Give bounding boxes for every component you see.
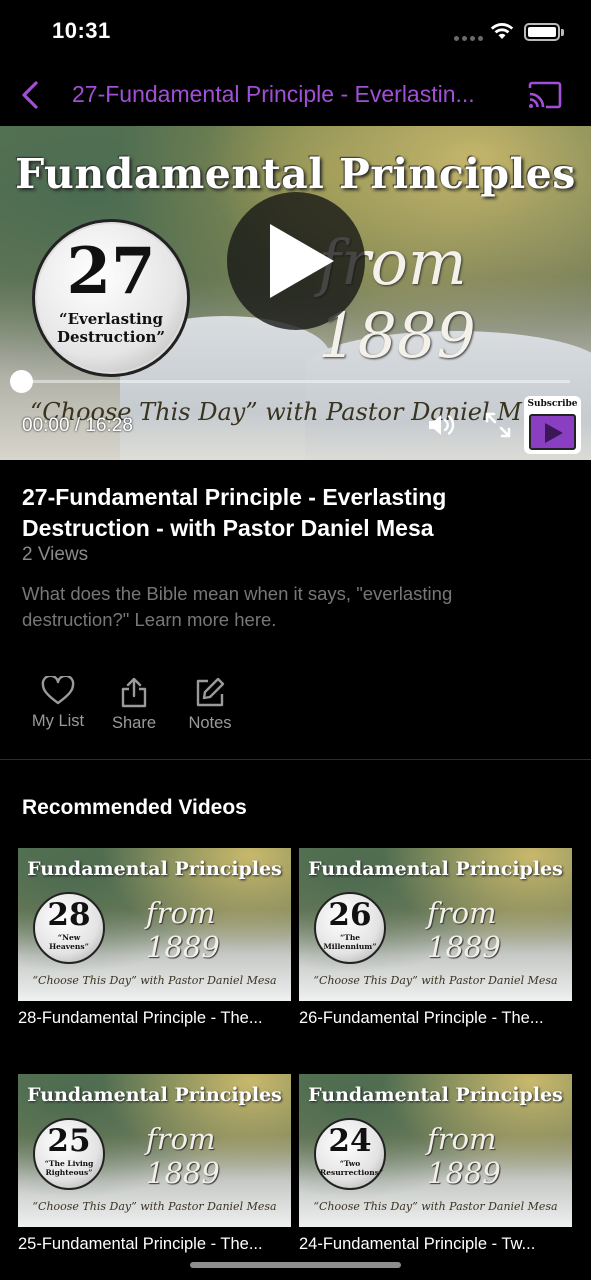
chevron-left-icon	[22, 81, 38, 109]
recommended-heading: Recommended Videos	[22, 796, 247, 819]
thumb-tagline: “Choose This Day” with Pastor Daniel Mes…	[32, 974, 277, 987]
thumb-tagline: “Choose This Day” with Pastor Daniel Mes…	[313, 974, 558, 987]
thumb-subtitle: “The Living Righteous”	[44, 1159, 94, 1177]
recommended-thumbnail: Fundamental Principles from 1889 25 “The…	[18, 1074, 291, 1227]
recommended-card[interactable]: Fundamental Principles from 1889 25 “The…	[18, 1074, 291, 1254]
recommended-thumbnail: Fundamental Principles from 1889 24 “Two…	[299, 1074, 572, 1227]
share-icon	[121, 677, 147, 708]
subscribe-play-icon	[529, 414, 576, 450]
fullscreen-icon[interactable]	[484, 411, 512, 439]
share-button[interactable]: Share	[96, 676, 172, 733]
episode-number: 27	[66, 234, 156, 309]
thumb-script: from 1889	[427, 1122, 501, 1190]
divider	[0, 759, 591, 760]
back-button[interactable]	[14, 78, 46, 112]
thumb-script: from 1889	[146, 1122, 220, 1190]
play-icon	[270, 224, 334, 298]
thumb-heading: Fundamental Principles	[27, 1084, 282, 1106]
thumb-subtitle: “Two Resurrections”	[320, 1159, 384, 1177]
thumb-badge: 28 “New Heavens”	[33, 892, 105, 964]
share-label: Share	[111, 714, 157, 732]
duration: 16:28	[85, 415, 133, 436]
nav-title: 27-Fundamental Principle - Everlastin...	[72, 81, 475, 107]
subscribe-badge[interactable]: Subscribe	[524, 396, 581, 454]
episode-subtitle: “Everlasting Destruction”	[56, 310, 166, 346]
time-separator: /	[69, 415, 86, 436]
thumb-tagline: “Choose This Day” with Pastor Daniel Mes…	[32, 1200, 277, 1213]
action-bar: My List Share Notes	[20, 676, 248, 733]
recommended-thumbnail: Fundamental Principles from 1889 28 “New…	[18, 848, 291, 1001]
wifi-icon	[490, 23, 514, 39]
current-time: 00:00	[22, 415, 70, 436]
thumb-number: 24	[328, 1123, 372, 1159]
my-list-label: My List	[31, 712, 85, 730]
notes-button[interactable]: Notes	[172, 676, 248, 733]
thumb-heading: Fundamental Principles	[308, 1084, 563, 1106]
episode-badge: 27 “Everlasting Destruction”	[32, 219, 190, 377]
video-description: What does the Bible mean when it says, "…	[22, 583, 453, 630]
progress-bar[interactable]	[22, 380, 570, 383]
thumb-heading: Fundamental Principles	[27, 858, 282, 880]
recommended-card[interactable]: Fundamental Principles from 1889 24 “Two…	[299, 1074, 572, 1254]
recommended-card[interactable]: Fundamental Principles from 1889 26 “The…	[299, 848, 572, 1028]
recommended-title: 25-Fundamental Principle - The...	[18, 1235, 263, 1253]
status-bar: 10:31	[0, 0, 591, 64]
volume-icon[interactable]	[427, 412, 457, 438]
recommended-title: 28-Fundamental Principle - The...	[18, 1009, 263, 1027]
video-heading: Fundamental Principles	[15, 150, 576, 198]
heart-icon	[41, 676, 75, 705]
signal-icon	[454, 36, 483, 41]
thumb-number: 28	[47, 897, 91, 933]
video-player[interactable]: Fundamental Principles from 1889 27 “Eve…	[0, 126, 591, 460]
thumb-number: 25	[47, 1123, 91, 1159]
video-title: 27-Fundamental Principle - Everlasting D…	[22, 484, 447, 541]
recommended-title: 24-Fundamental Principle - Tw...	[299, 1235, 536, 1253]
recommended-card[interactable]: Fundamental Principles from 1889 28 “New…	[18, 848, 291, 1028]
thumb-subtitle: “New Heavens”	[49, 933, 89, 951]
thumb-badge: 24 “Two Resurrections”	[314, 1118, 386, 1190]
thumb-subtitle: “The Millennium”	[323, 933, 377, 951]
thumb-script: from 1889	[427, 896, 501, 964]
subscribe-label: Subscribe	[527, 399, 578, 409]
view-count: 2 Views	[22, 544, 89, 565]
thumb-tagline: “Choose This Day” with Pastor Daniel Mes…	[313, 1200, 558, 1213]
recommended-thumbnail: Fundamental Principles from 1889 26 “The…	[299, 848, 572, 1001]
notes-label: Notes	[188, 714, 232, 732]
play-button[interactable]	[227, 192, 365, 330]
progress-thumb[interactable]	[10, 370, 33, 393]
nav-bar: 27-Fundamental Principle - Everlastin...	[0, 64, 591, 126]
edit-icon	[196, 677, 225, 707]
status-time: 10:31	[52, 18, 111, 43]
cast-button[interactable]	[526, 80, 564, 110]
time-display: 00:00 / 16:28	[22, 415, 133, 437]
home-indicator[interactable]	[190, 1262, 401, 1268]
thumb-script: from 1889	[146, 896, 220, 964]
battery-icon	[524, 23, 564, 41]
thumb-badge: 26 “The Millennium”	[314, 892, 386, 964]
my-list-button[interactable]: My List	[20, 676, 96, 733]
recommended-title: 26-Fundamental Principle - The...	[299, 1009, 544, 1027]
thumb-heading: Fundamental Principles	[308, 858, 563, 880]
cast-icon	[528, 81, 562, 109]
thumb-number: 26	[328, 897, 372, 933]
thumb-badge: 25 “The Living Righteous”	[33, 1118, 105, 1190]
